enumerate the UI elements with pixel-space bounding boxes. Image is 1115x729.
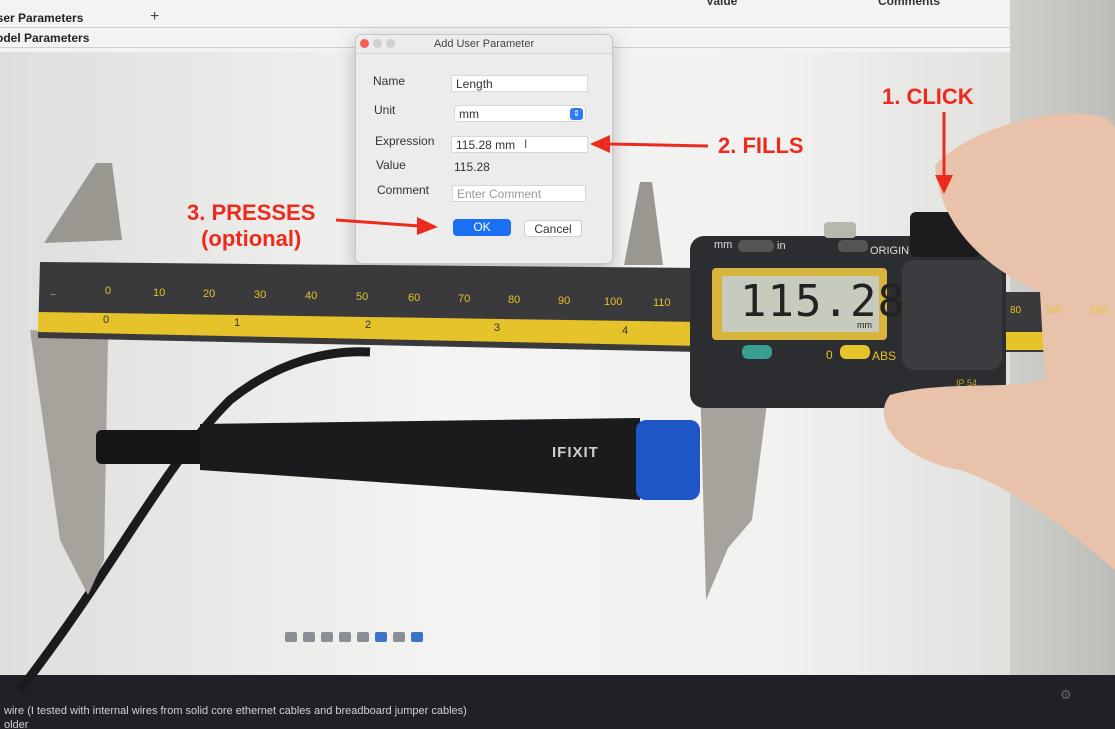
zero-abs-button[interactable] bbox=[840, 345, 870, 359]
lock-screw bbox=[824, 222, 856, 238]
annotation-click: 1. CLICK bbox=[882, 84, 974, 109]
scale-tick-label: 2 bbox=[365, 319, 372, 331]
scale-tick-label: 4 bbox=[622, 325, 629, 337]
arrow-fills bbox=[607, 142, 709, 148]
lcd-reading: 115.28 bbox=[740, 276, 905, 327]
scale-tick-label: 1 bbox=[234, 317, 241, 329]
probe-tip bbox=[96, 430, 216, 464]
brand-logo: ~ bbox=[50, 290, 56, 301]
annotation-presses: 3. PRESSES (optional) bbox=[187, 200, 315, 252]
mm-label: mm bbox=[714, 239, 733, 251]
abs-label: ABS bbox=[872, 349, 897, 363]
probe-blue-collar bbox=[636, 420, 700, 500]
scale-tick-label: 80 bbox=[508, 294, 521, 306]
origin-button[interactable] bbox=[838, 240, 868, 252]
ip-rating: IP 54 bbox=[956, 378, 977, 388]
power-button[interactable] bbox=[742, 345, 772, 359]
caliper-upper-jaw-left bbox=[44, 163, 122, 243]
scale-tick-label: 70 bbox=[458, 293, 471, 305]
scale-tick-label: 0 bbox=[105, 285, 112, 297]
caliper-upper-jaw-right bbox=[624, 182, 663, 265]
scale-tick-label: 100 bbox=[604, 296, 623, 308]
scale-tick-label: 40 bbox=[305, 290, 318, 302]
scale-tick-label: 50 bbox=[356, 291, 369, 303]
zero-label: 0 bbox=[826, 348, 833, 362]
lcd-unit: mm bbox=[857, 320, 872, 330]
scale-tick-label: 30 bbox=[254, 289, 267, 301]
mm-in-button[interactable] bbox=[738, 240, 774, 252]
scale-tick-label: 20 bbox=[203, 288, 216, 300]
scale-tick-label: 110 bbox=[653, 297, 671, 309]
in-label: in bbox=[777, 240, 786, 252]
scale-tick-label: 10 bbox=[153, 287, 166, 299]
scale-tick-label: 0 bbox=[103, 314, 110, 326]
thumb-wheel-housing bbox=[902, 260, 1002, 370]
scale-tick-label: 190 bbox=[1045, 305, 1062, 316]
arrowhead-fills bbox=[590, 135, 610, 153]
scale-tick-label: 80 bbox=[1010, 305, 1022, 316]
scale-tick-label: 200 bbox=[1090, 305, 1107, 316]
caliper-lower-jaw-right bbox=[700, 380, 770, 600]
arrow-presses bbox=[335, 218, 421, 228]
photo-scene: Value Comments User Parameters + Model P… bbox=[0, 0, 1115, 729]
arrowhead-presses bbox=[417, 217, 438, 235]
scale-tick-label: 3 bbox=[494, 322, 501, 334]
annotation-presses-line1: 3. PRESSES bbox=[187, 200, 316, 225]
annotation-fills: 2. FILLS bbox=[718, 133, 804, 158]
scale-tick-label: 60 bbox=[408, 292, 421, 304]
probe-brand: IFIXIT bbox=[552, 444, 599, 461]
caliper-lower-jaw-left bbox=[30, 330, 108, 595]
origin-label: ORIGIN bbox=[870, 245, 910, 257]
scale-tick-label: 90 bbox=[558, 295, 571, 307]
annotation-presses-line2: (optional) bbox=[201, 226, 302, 251]
